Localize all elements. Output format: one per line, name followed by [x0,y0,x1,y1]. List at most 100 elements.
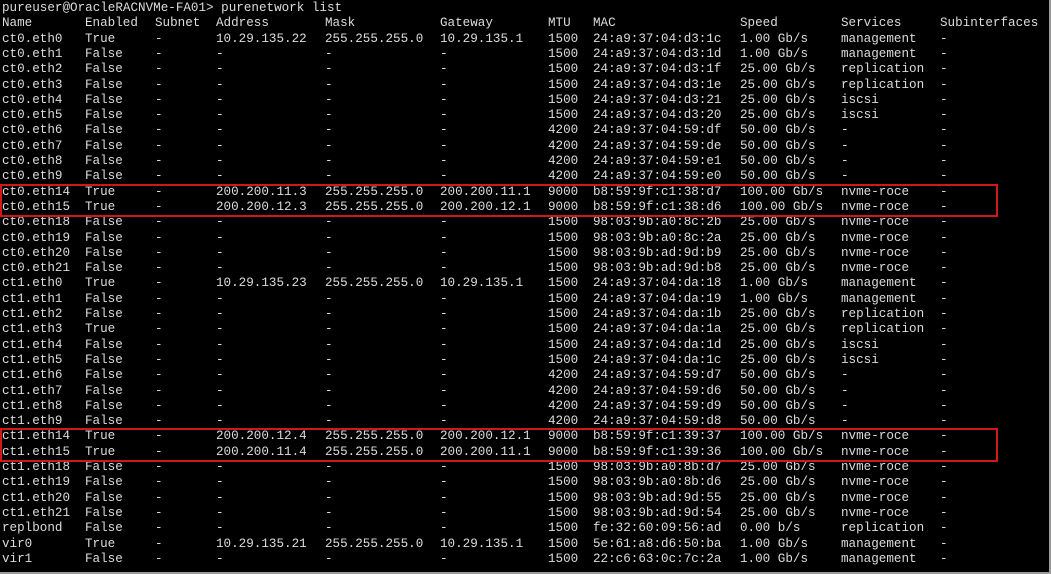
cell-mtu: 4200 [548,383,579,398]
cell-gateway: - [440,108,448,123]
cell-mtu: 1500 [548,322,579,337]
cell-speed: 25.00 Gb/s [740,230,816,245]
cell-mask: - [325,414,333,429]
cell-enabled: False [85,352,123,367]
cell-enabled: True [85,322,116,337]
table-row: ct0.eth4 False - - - - 1500 24:a9:37:04:d3:21 25… [2,93,1042,108]
cell-subinterfaces: - [940,31,948,46]
cell-enabled: False [85,138,123,153]
cell-mac: 24:a9:37:04:d3:1d [593,46,722,61]
cell-speed: 1.00 Gb/s [740,46,809,61]
cell-gateway: 10.29.135.1 [440,31,524,46]
cell-mtu: 1500 [548,337,579,352]
cell-enabled: False [85,383,123,398]
column-header-mac: MAC [593,16,616,31]
table-row: ct1.eth14 True - 200.200.12.4 255.255.255.0 2… [2,429,1042,444]
cell-speed: 25.00 Gb/s [740,322,816,337]
cell-mtu: 1500 [548,505,579,520]
cell-gateway: - [440,215,448,230]
cell-address: - [216,337,224,352]
cell-enabled: False [85,169,123,184]
command-prompt-line: pureuser@OracleRACNVMe-FA01> purenetwork… [2,1,343,15]
cell-mtu: 1500 [548,77,579,92]
cell-name: replbond [2,521,63,536]
terminal-window[interactable]: pureuser@OracleRACNVMe-FA01> purenetwork… [0,0,1049,572]
cell-name: ct1.eth1 [2,291,63,306]
cell-speed: 50.00 Gb/s [740,383,816,398]
cell-address: - [216,215,224,230]
cell-gateway: - [440,490,448,505]
cell-mtu: 1500 [548,230,579,245]
table-row: ct0.eth0 True - 10.29.135.22 255.255.255.0 10… [2,32,1042,47]
cell-gateway: - [440,138,448,153]
cell-name: ct1.eth9 [2,414,63,429]
cell-speed: 25.00 Gb/s [740,245,816,260]
table-row: ct1.eth7 False - - - - 4200 24:a9:37:04:59:d6 50… [2,384,1042,399]
cell-enabled: False [85,77,123,92]
cell-name: ct1.eth18 [2,460,71,474]
cell-mac: 98:03:9b:ad:9d:55 [593,490,722,505]
cell-name: ct0.eth19 [2,230,71,245]
cell-subinterfaces: - [940,108,948,123]
cell-mtu: 1500 [548,46,579,61]
cell-enabled: False [85,337,123,352]
cell-subnet: - [155,77,163,92]
table-row: ct1.eth5 False - - - - 1500 24:a9:37:04:da:1c 25… [2,353,1042,368]
cell-enabled: True [85,199,116,214]
cell-enabled: False [85,521,123,536]
cell-enabled: False [85,291,123,306]
cell-name: ct0.eth6 [2,123,63,138]
cell-services: management [841,551,917,566]
cell-mask: - [325,322,333,337]
cell-mtu: 1500 [548,276,579,291]
cell-gateway: - [440,337,448,352]
cell-enabled: True [85,429,116,444]
cell-subnet: - [155,215,163,230]
cell-services: management [841,31,917,46]
cell-subnet: - [155,322,163,337]
cell-services: nvme-roce [841,261,910,276]
cell-subinterfaces: - [940,169,948,184]
cell-gateway: - [440,307,448,321]
cell-mtu: 1500 [548,352,579,367]
cell-mtu: 9000 [548,199,579,214]
cell-mask: - [325,490,333,505]
cell-subnet: - [155,276,163,291]
cell-mac: 98:03:9b:ad:9d:54 [593,505,722,520]
cell-name: ct1.eth20 [2,490,71,505]
cell-subnet: - [155,138,163,153]
cell-address: - [216,368,224,383]
cell-mtu: 1500 [548,261,579,276]
cell-services: replication [841,322,925,337]
cell-mac: b8:59:9f:c1:39:36 [593,444,722,459]
cell-subnet: - [155,169,163,184]
cell-gateway: - [440,169,448,184]
cell-subnet: - [155,444,163,459]
cell-mtu: 1500 [548,551,579,566]
cell-services: nvme-roce [841,444,910,459]
cell-name: ct1.eth7 [2,383,63,398]
cell-address: - [216,551,224,566]
table-row: ct0.eth3 False - - - - 1500 24:a9:37:04:d3:1e 25… [2,78,1042,93]
cell-mask: 255.255.255.0 [325,276,424,291]
cell-services: nvme-roce [841,460,910,474]
cell-subinterfaces: - [940,199,948,214]
cell-subnet: - [155,62,163,77]
cell-name: ct0.eth14 [2,184,71,199]
cell-mac: 98:03:9b:ad:9d:b9 [593,245,722,260]
cell-mtu: 1500 [548,291,579,306]
table-row: ct1.eth15 True - 200.200.11.4 255.255.255.0 2… [2,445,1042,460]
table-row: ct1.eth2 False - - - - 1500 24:a9:37:04:da:1b 25… [2,307,1042,322]
cell-gateway: 200.200.12.1 [440,429,531,444]
cell-gateway: - [440,77,448,92]
cell-gateway: - [440,475,448,490]
cell-speed: 50.00 Gb/s [740,154,816,168]
cell-gateway: - [440,460,448,474]
table-row: vir0 True - 10.29.135.21 255.255.255.0 10.29.… [2,537,1042,552]
cell-mtu: 1500 [548,215,579,230]
cell-address: - [216,154,224,168]
cell-speed: 100.00 Gb/s [740,184,824,199]
cell-subinterfaces: - [940,307,948,321]
cell-mac: 24:a9:37:04:59:de [593,138,722,153]
cell-enabled: False [85,46,123,61]
